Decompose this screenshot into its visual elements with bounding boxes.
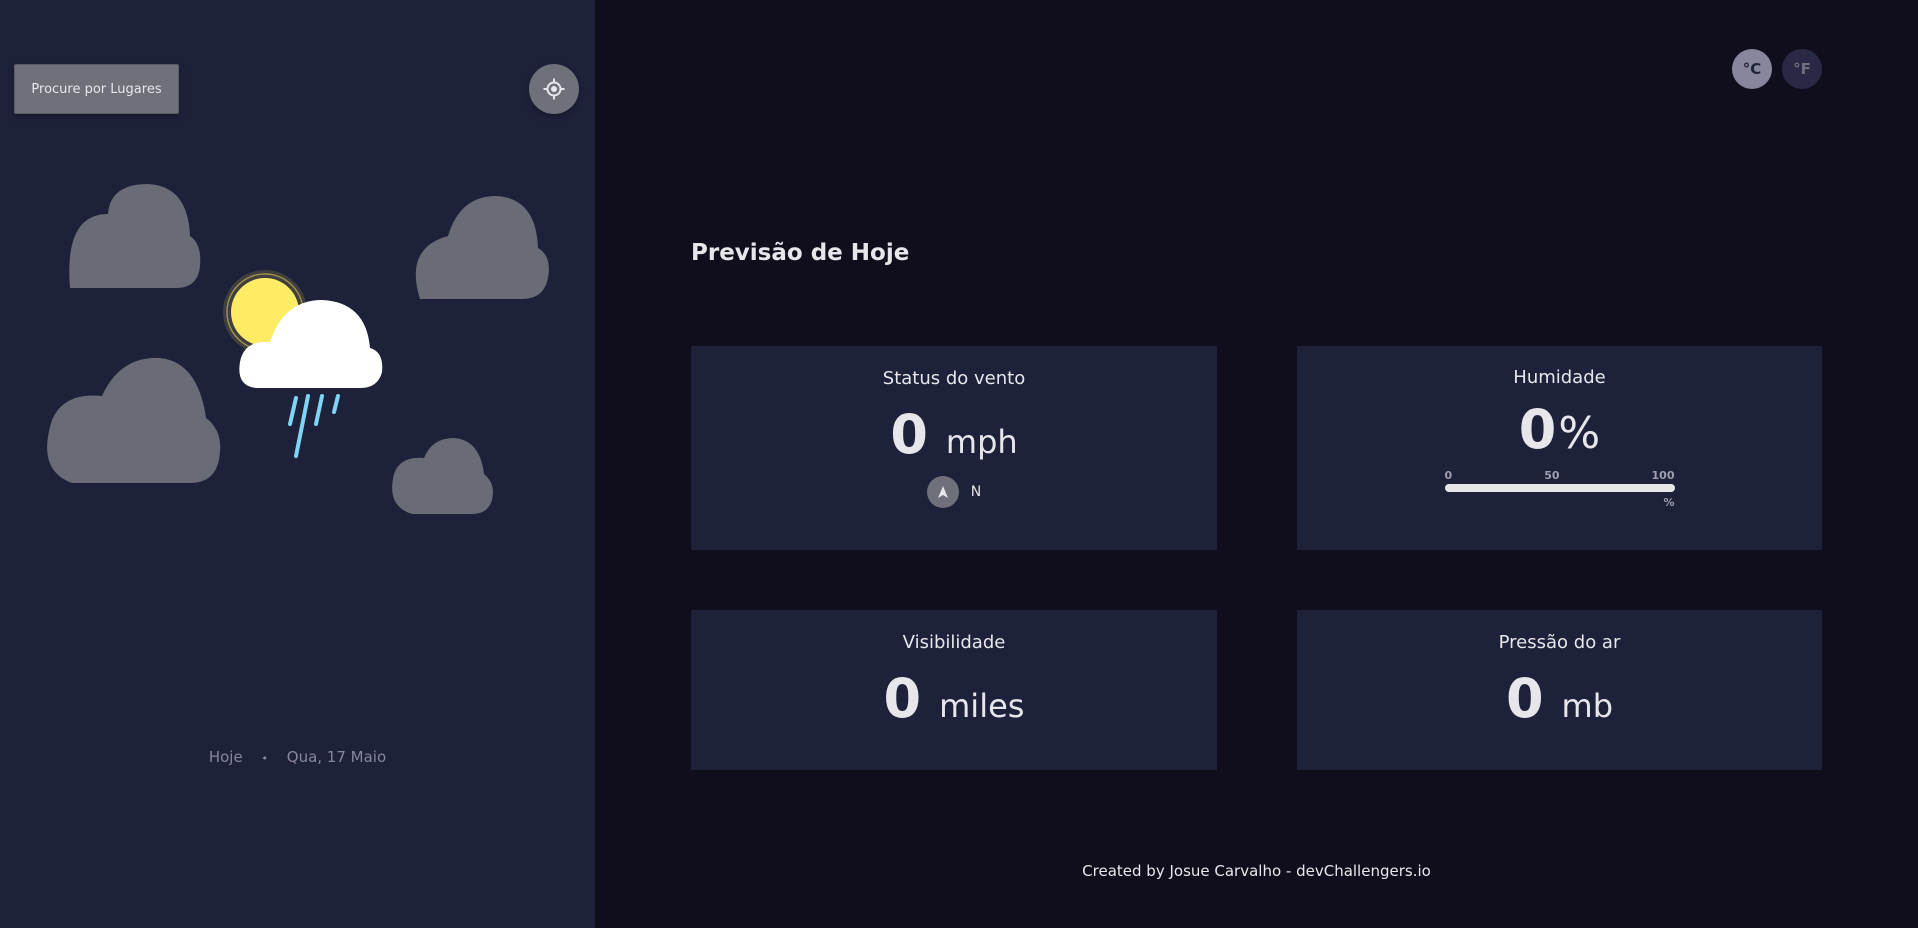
scale-mid-label: 50 (1544, 469, 1560, 482)
humidity-scale: 0 50 100 % (1444, 469, 1675, 515)
scale-percent-label: % (1663, 496, 1675, 509)
scale-labels: 0 50 100 (1445, 469, 1675, 482)
wind-speed-value: 0 (890, 403, 928, 466)
card-title: Visibilidade (902, 632, 1006, 653)
celsius-button[interactable]: °C (1732, 49, 1772, 89)
background-cloud-icon (69, 184, 201, 288)
visibility-value: 0 (883, 667, 922, 730)
background-cloud-icon (392, 438, 493, 514)
background-cloud-icon (47, 357, 221, 483)
rain-icon (288, 394, 340, 458)
current-location-button[interactable] (529, 64, 579, 114)
humidity-progress-bar (1444, 484, 1675, 492)
footer-credit: Created by Josue Carvalho - devChallenge… (1082, 862, 1431, 880)
humidity-unit: % (1558, 408, 1601, 459)
humidity-value: 0 (1518, 398, 1557, 461)
visibility-value-row: 0 miles (691, 667, 1217, 730)
navigation-arrow-icon (926, 476, 959, 508)
highlights-title: Previsão de Hoje (691, 240, 910, 266)
wind-status-card: Status do vento 0 mph N (691, 346, 1217, 550)
card-title: Status do vento (882, 368, 1026, 389)
date-separator: • (261, 752, 268, 765)
wind-value-row: 0 mph (691, 403, 1217, 466)
air-pressure-card: Pressão do ar 0 mb (1297, 610, 1822, 770)
visibility-card: Visibilidade 0 miles (691, 610, 1217, 770)
visibility-unit: miles (939, 687, 1025, 725)
weather-illustration (47, 184, 549, 514)
wind-speed-unit: mph (945, 423, 1018, 461)
humidity-card: Humidade 0 % 0 50 100 % (1297, 346, 1822, 550)
card-title: Humidade (1513, 367, 1606, 388)
wind-direction-label: N (970, 484, 982, 500)
scale-max-label: 100 (1651, 469, 1675, 482)
crosshair-icon (543, 78, 565, 100)
humidity-value-row: 0 % (1297, 398, 1822, 461)
today-label: Hoje (208, 748, 243, 766)
current-date: Qua, 17 Maio (286, 748, 387, 766)
sidebar: Procure por Lugares Hoje • Qua, 17 Maio (0, 0, 595, 928)
scale-min-label: 0 (1444, 469, 1453, 482)
wind-direction: N (691, 476, 1217, 508)
pressure-value: 0 (1505, 667, 1544, 730)
background-cloud-icon (415, 196, 549, 299)
pressure-unit: mb (1561, 687, 1614, 725)
fahrenheit-button[interactable]: °F (1782, 49, 1822, 89)
pressure-value-row: 0 mb (1297, 667, 1822, 730)
card-title: Pressão do ar (1498, 632, 1621, 653)
date-line: Hoje • Qua, 17 Maio (0, 748, 595, 766)
search-places-button[interactable]: Procure por Lugares (14, 64, 179, 114)
